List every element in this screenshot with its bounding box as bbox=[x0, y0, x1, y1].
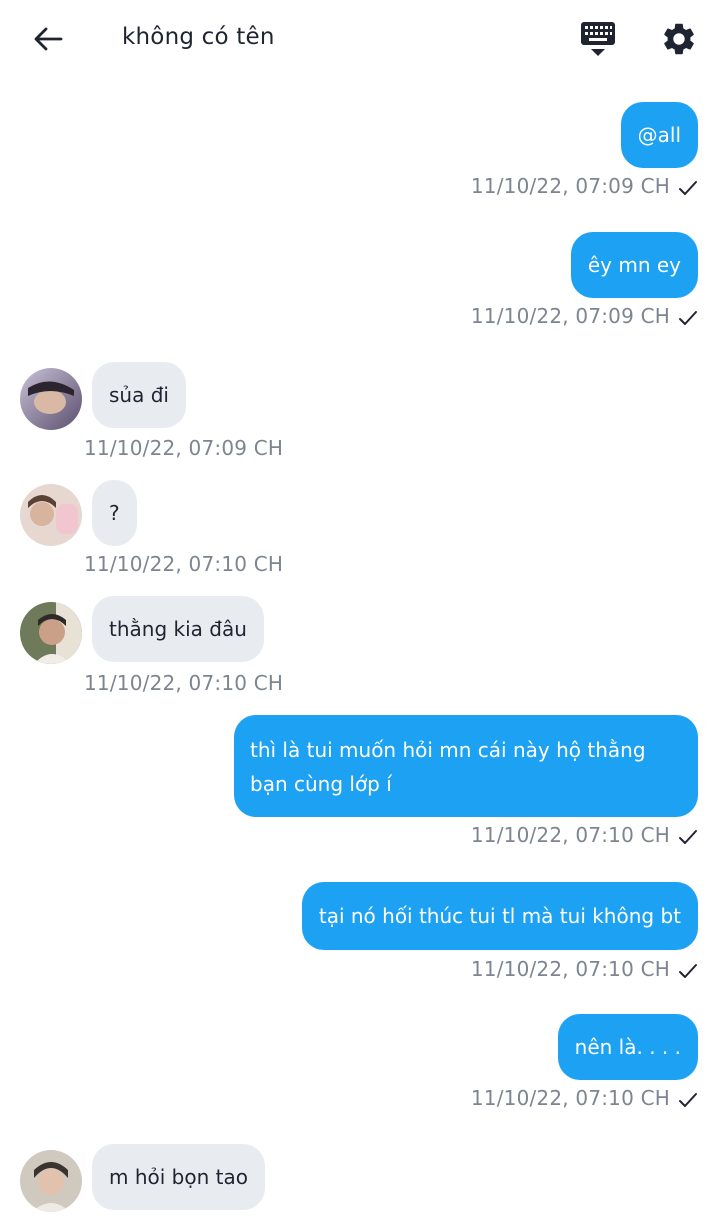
check-icon bbox=[679, 180, 697, 195]
incoming-message-bubble[interactable]: m hỏi bọn tao bbox=[92, 1144, 265, 1210]
message-text: sủa đi bbox=[109, 383, 169, 407]
avatar-photo-icon bbox=[20, 484, 82, 546]
incoming-message-bubble[interactable]: ? bbox=[92, 480, 137, 546]
message-text: tại nó hối thúc tui tl mà tui không bt bbox=[318, 904, 681, 928]
avatar[interactable] bbox=[20, 368, 82, 430]
message-text: thằng kia đâu bbox=[109, 617, 247, 641]
avatar-photo-icon bbox=[20, 602, 82, 664]
avatar-photo-icon bbox=[20, 1150, 82, 1212]
message-timestamp: 11/10/22, 07:10 CH bbox=[471, 823, 698, 847]
message-text: thì là tui muốn hỏi mn cái này hộ thằng … bbox=[250, 738, 646, 796]
check-icon bbox=[679, 1092, 697, 1107]
chat-title: không có tên bbox=[122, 24, 275, 50]
incoming-message-bubble[interactable]: thằng kia đâu bbox=[92, 596, 264, 662]
arrow-left-icon bbox=[34, 27, 63, 51]
message-timestamp: 11/10/22, 07:10 CH bbox=[471, 1086, 698, 1110]
outgoing-message-bubble[interactable]: thì là tui muốn hỏi mn cái này hộ thằng … bbox=[234, 715, 698, 817]
message-timestamp: 11/10/22, 07:10 CH bbox=[471, 957, 698, 981]
message-text: ? bbox=[109, 501, 120, 525]
keyboard-icon bbox=[581, 22, 615, 56]
outgoing-message-bubble[interactable]: nên là. . . . bbox=[557, 1014, 698, 1080]
message-timestamp: 11/10/22, 07:10 CH bbox=[84, 671, 284, 695]
message-text: m hỏi bọn tao bbox=[109, 1165, 248, 1189]
message-timestamp: 11/10/22, 07:09 CH bbox=[84, 436, 284, 460]
outgoing-message-bubble[interactable]: tại nó hối thúc tui tl mà tui không bt bbox=[301, 882, 698, 950]
gear-icon bbox=[664, 23, 694, 55]
chat-header: không có tên bbox=[0, 0, 720, 80]
message-text: êy mn ey bbox=[587, 253, 681, 277]
settings-button[interactable] bbox=[660, 20, 698, 58]
message-text: @all bbox=[637, 123, 681, 147]
back-button[interactable] bbox=[26, 20, 70, 58]
check-icon bbox=[679, 963, 697, 978]
outgoing-message-bubble[interactable]: @all bbox=[620, 102, 698, 168]
message-timestamp: 11/10/22, 07:09 CH bbox=[471, 304, 698, 328]
incoming-message-bubble[interactable]: sủa đi bbox=[92, 362, 186, 428]
keyboard-button[interactable] bbox=[578, 18, 618, 60]
message-timestamp: 11/10/22, 07:09 CH bbox=[471, 174, 698, 198]
check-icon bbox=[679, 310, 697, 325]
avatar[interactable] bbox=[20, 602, 82, 664]
message-text: nên là. . . . bbox=[574, 1035, 681, 1059]
avatar[interactable] bbox=[20, 484, 82, 546]
outgoing-message-bubble[interactable]: êy mn ey bbox=[570, 232, 698, 298]
avatar-photo-icon bbox=[20, 368, 82, 430]
check-icon bbox=[679, 829, 697, 844]
message-timestamp: 11/10/22, 07:10 CH bbox=[84, 552, 284, 576]
avatar[interactable] bbox=[20, 1150, 82, 1212]
